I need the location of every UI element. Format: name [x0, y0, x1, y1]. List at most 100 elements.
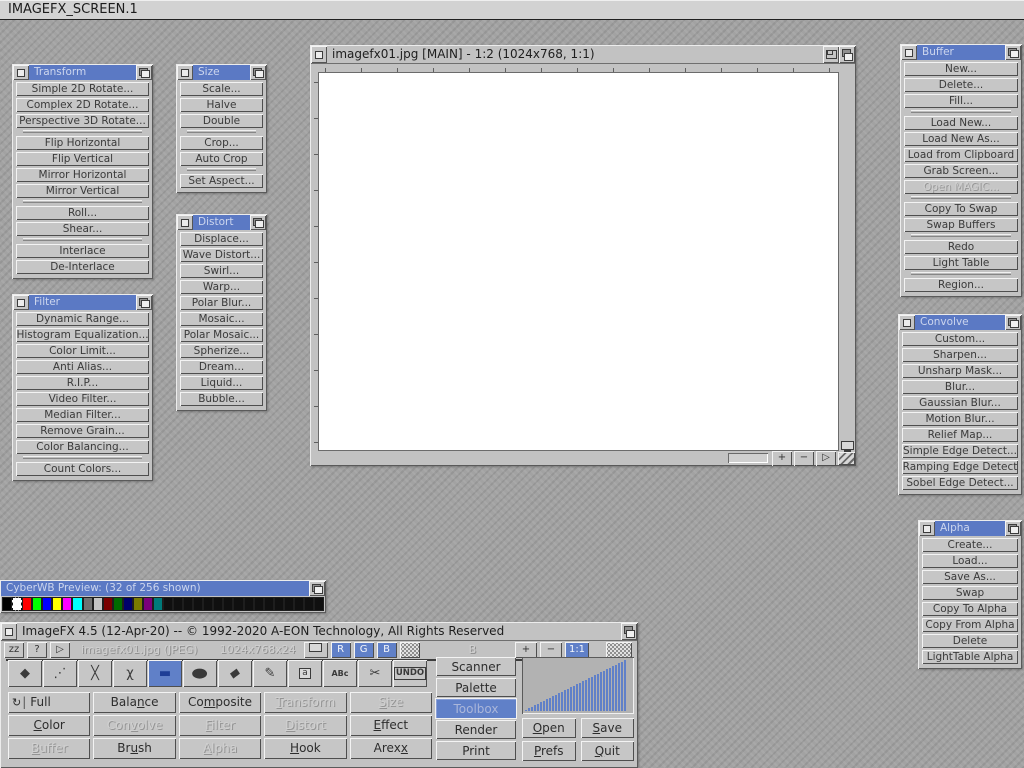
zoom-out-button[interactable]: − — [540, 642, 562, 658]
distort-warp-button[interactable]: Warp... — [180, 280, 263, 294]
alpha-titlebar[interactable]: Alpha — [919, 521, 1021, 536]
distort-titlebar[interactable]: Distort — [177, 215, 266, 230]
alpha-save-as-button[interactable]: Save As... — [922, 570, 1018, 584]
undo-button[interactable]: UNDO — [393, 660, 427, 687]
palette-swatch-24[interactable] — [233, 597, 243, 611]
distort-swirl-button[interactable]: Swirl... — [180, 264, 263, 278]
close-gadget[interactable] — [311, 46, 327, 63]
convolve-simple-edge-detect-button[interactable]: Simple Edge Detect... — [902, 444, 1018, 458]
distort-liquid-button[interactable]: Liquid... — [180, 376, 263, 390]
oval-tool[interactable]: ● — [183, 660, 217, 687]
buffer-load-from-clipboard-button[interactable]: Load from Clipboard — [904, 148, 1018, 162]
size-halve-button[interactable]: Halve — [180, 98, 263, 112]
alpha-swap-button[interactable]: Swap — [922, 586, 1018, 600]
convolve-titlebar[interactable]: Convolve — [899, 315, 1021, 330]
mode-scanner-button[interactable]: Scanner — [436, 657, 516, 676]
palette-swatch-4[interactable] — [32, 597, 42, 611]
arexx-button[interactable]: Arexx — [350, 738, 432, 759]
palette-swatch-19[interactable] — [183, 597, 193, 611]
filter-color-limit-button[interactable]: Color Limit... — [16, 344, 149, 358]
distort-displace-button[interactable]: Displace... — [180, 232, 263, 246]
image-window-titlebar[interactable]: imagefx01.jpg [MAIN] - 1:2 (1024x768, 1:… — [311, 46, 855, 64]
image-canvas[interactable] — [318, 72, 839, 451]
alpha-load-button[interactable]: Load... — [922, 554, 1018, 568]
depth-gadget[interactable] — [136, 295, 152, 310]
palette-swatch-31[interactable] — [304, 597, 314, 611]
close-gadget[interactable] — [177, 65, 193, 80]
depth-gadget[interactable] — [136, 65, 152, 80]
convolve-custom-button[interactable]: Custom... — [902, 332, 1018, 346]
filter-color-balancing-button[interactable]: Color Balancing... — [16, 440, 149, 454]
palette-swatch-16[interactable] — [153, 597, 163, 611]
buffer-button[interactable]: Buffer — [8, 738, 90, 759]
zoom-ratio-button[interactable]: 1:1 — [565, 642, 589, 658]
alpha-create-button[interactable]: Create... — [922, 538, 1018, 552]
close-gadget[interactable] — [177, 215, 193, 230]
palette-swatch-22[interactable] — [213, 597, 223, 611]
line-tool[interactable]: ╳ — [78, 660, 112, 687]
freehand-tool[interactable]: ⋰ — [43, 660, 77, 687]
polygon-tool[interactable]: ◆ — [218, 660, 252, 687]
sleep-button[interactable]: zz — [4, 642, 24, 658]
help-button[interactable]: ? — [27, 642, 47, 658]
distort-wave-distort-button[interactable]: Wave Distort... — [180, 248, 263, 262]
green-channel-button[interactable]: G — [354, 642, 374, 658]
filter-histogram-equalization-button[interactable]: Histogram Equalization... — [16, 328, 149, 342]
distort-polar-blur-button[interactable]: Polar Blur... — [180, 296, 263, 310]
transform-interlace-button[interactable]: Interlace — [16, 244, 149, 258]
filter-count-colors-button[interactable]: Count Colors... — [16, 462, 149, 476]
transform-mirror-horizontal-button[interactable]: Mirror Horizontal — [16, 168, 149, 182]
text-tool[interactable]: a — [288, 660, 322, 687]
convolve-gaussian-blur-button[interactable]: Gaussian Blur... — [902, 396, 1018, 410]
size-double-button[interactable]: Double — [180, 114, 263, 128]
depth-gadget[interactable] — [1005, 521, 1021, 536]
filter-dynamic-range-button[interactable]: Dynamic Range... — [16, 312, 149, 326]
buffer-redo-button[interactable]: Redo — [904, 240, 1018, 254]
convolve-motion-blur-button[interactable]: Motion Blur... — [902, 412, 1018, 426]
render-run-button[interactable]: ▷ — [816, 451, 836, 466]
buffer-titlebar[interactable]: Buffer — [901, 45, 1021, 60]
palette-swatch-6[interactable] — [52, 597, 62, 611]
red-channel-button[interactable]: R — [331, 642, 351, 658]
buffer-open-magic-button[interactable]: Open MAGIC... — [904, 180, 1018, 194]
depth-gadget[interactable] — [621, 623, 637, 640]
palette-titlebar[interactable]: CyberWB Preview: (32 of 256 shown) — [1, 581, 325, 596]
resize-gadget[interactable] — [838, 452, 855, 465]
alpha-lighttable-alpha-button[interactable]: LightTable Alpha — [922, 650, 1018, 664]
filter-titlebar[interactable]: Filter — [13, 295, 152, 310]
size-crop-button[interactable]: Crop... — [180, 136, 263, 150]
alpha-copy-from-alpha-button[interactable]: Copy From Alpha — [922, 618, 1018, 632]
hook-button[interactable]: Hook — [264, 738, 346, 759]
palette-swatch-21[interactable] — [203, 597, 213, 611]
balance-button[interactable]: Balance — [93, 692, 175, 713]
palette-swatch-11[interactable] — [103, 597, 113, 611]
buffer-swap-buffers-button[interactable]: Swap Buffers — [904, 218, 1018, 232]
close-gadget[interactable] — [899, 315, 915, 330]
transform-mirror-vertical-button[interactable]: Mirror Vertical — [16, 184, 149, 198]
palette-swatch-8[interactable] — [72, 597, 82, 611]
buffer-copy-to-swap-button[interactable]: Copy To Swap — [904, 202, 1018, 216]
zoom-out-button[interactable]: − — [794, 451, 814, 466]
distort-bubble-button[interactable]: Bubble... — [180, 392, 263, 406]
depth-gadget[interactable] — [1005, 45, 1021, 60]
palette-swatch-7[interactable] — [62, 597, 72, 611]
convolve-relief-map-button[interactable]: Relief Map... — [902, 428, 1018, 442]
transform-perspective-3d-rotate-button[interactable]: Perspective 3D Rotate... — [16, 114, 149, 128]
filter-r-i-p-button[interactable]: R.I.P... — [16, 376, 149, 390]
size-titlebar[interactable]: Size — [177, 65, 266, 80]
palette-swatch-1[interactable] — [2, 597, 12, 611]
zoom-in-button[interactable]: + — [515, 642, 537, 658]
full-button[interactable]: ↻|Full — [8, 692, 90, 713]
fill-tool[interactable]: ✎ — [253, 660, 287, 687]
screen-mode-icon[interactable] — [841, 441, 854, 450]
alpha-delete-button[interactable]: Delete — [922, 634, 1018, 648]
transform-complex-2d-rotate-button[interactable]: Complex 2D Rotate... — [16, 98, 149, 112]
palette-swatch-26[interactable] — [254, 597, 264, 611]
distort-polar-mosaic-button[interactable]: Polar Mosaic... — [180, 328, 263, 342]
palette-swatch-25[interactable] — [244, 597, 254, 611]
buffer-light-table-button[interactable]: Light Table — [904, 256, 1018, 270]
mode-palette-button[interactable]: Palette — [436, 678, 516, 697]
depth-gadget[interactable] — [839, 46, 855, 63]
palette-swatch-29[interactable] — [284, 597, 294, 611]
size-auto-crop-button[interactable]: Auto Crop — [180, 152, 263, 166]
